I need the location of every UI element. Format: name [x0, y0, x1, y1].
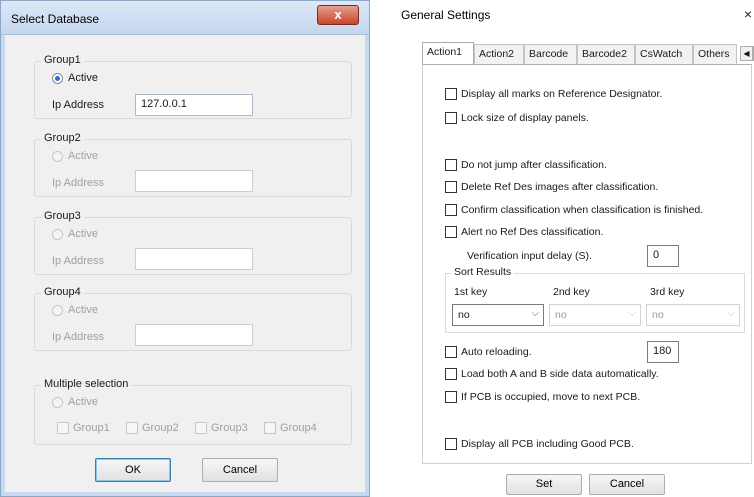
dialog-body: Group1 Active Ip Address 127.0.0.1 Group… — [9, 35, 361, 488]
group3-ip-input[interactable] — [135, 248, 253, 270]
lock-size-checkbox[interactable] — [445, 112, 457, 124]
close-icon: x — [334, 7, 342, 22]
chevron-down-icon: ⌵ — [531, 308, 539, 319]
close-button[interactable]: x — [317, 5, 359, 25]
second-key-select[interactable]: no ⌵ — [549, 304, 641, 326]
sort-results-title: Sort Results — [451, 266, 515, 278]
second-key-label: 2nd key — [553, 286, 590, 298]
group4-active-radio[interactable] — [52, 305, 63, 316]
set-button[interactable]: Set — [506, 474, 582, 495]
auto-reloading-input[interactable]: 180 — [647, 341, 679, 363]
close-icon[interactable]: × — [744, 6, 752, 22]
sort-results-box: Sort Results 1st key 2nd key 3rd key no … — [445, 266, 745, 333]
group3-active-radio[interactable] — [52, 229, 63, 240]
group4-title: Group4 — [41, 286, 84, 298]
group4-ip-input[interactable] — [135, 324, 253, 346]
display-all-pcb-label: Display all PCB including Good PCB. — [461, 438, 634, 450]
load-both-checkbox[interactable] — [445, 368, 457, 380]
lock-size-label: Lock size of display panels. — [461, 112, 589, 124]
group1-ip-label: Ip Address — [52, 99, 104, 111]
group2-ip-label: Ip Address — [52, 177, 104, 189]
confirm-classification-checkbox[interactable] — [445, 204, 457, 216]
action1-panel: Display all marks on Reference Designato… — [422, 64, 752, 464]
multiple-active-label: Active — [68, 396, 98, 408]
multi-group1-label: Group1 — [73, 422, 110, 434]
multiple-selection-box: Multiple selection Active Group1 Group2 … — [34, 378, 352, 445]
dialog-title: Select Database — [11, 12, 100, 26]
chevron-down-icon: ⌵ — [628, 308, 636, 319]
multi-group4-label: Group4 — [280, 422, 317, 434]
if-pcb-occupied-label: If PCB is occupied, move to next PCB. — [461, 391, 641, 403]
title-bar: Select Database x — [1, 1, 369, 35]
multiple-selection-title: Multiple selection — [41, 378, 132, 390]
group3-ip-label: Ip Address — [52, 255, 104, 267]
if-pcb-occupied-checkbox[interactable] — [445, 391, 457, 403]
group2-active-label: Active — [68, 150, 98, 162]
display-all-marks-label: Display all marks on Reference Designato… — [461, 88, 663, 100]
second-key-value: no — [555, 309, 567, 321]
group4-box: Group4 Active Ip Address — [34, 286, 352, 351]
group4-ip-label: Ip Address — [52, 331, 104, 343]
verification-delay-input[interactable]: 0 — [647, 245, 679, 267]
delete-ref-des-checkbox[interactable] — [445, 181, 457, 193]
group1-active-label: Active — [68, 72, 98, 84]
third-key-select[interactable]: no ⌵ — [646, 304, 740, 326]
group2-title: Group2 — [41, 132, 84, 144]
auto-reloading-label: Auto reloading. — [461, 346, 532, 358]
multiple-active-radio[interactable] — [52, 397, 63, 408]
tab-cswatch[interactable]: CsWatch — [635, 44, 693, 64]
first-key-label: 1st key — [454, 286, 488, 298]
group3-title: Group3 — [41, 210, 84, 222]
tab-others[interactable]: Others — [693, 44, 737, 64]
cancel-button[interactable]: Cancel — [202, 458, 278, 482]
multi-group2-checkbox[interactable] — [126, 422, 138, 434]
group3-box: Group3 Active Ip Address — [34, 210, 352, 275]
do-not-jump-checkbox[interactable] — [445, 159, 457, 171]
display-all-marks-checkbox[interactable] — [445, 88, 457, 100]
tab-action1[interactable]: Action1 — [422, 42, 474, 65]
group1-ip-input[interactable]: 127.0.0.1 — [135, 94, 253, 116]
auto-reloading-checkbox[interactable] — [445, 346, 457, 358]
display-all-pcb-checkbox[interactable] — [445, 438, 457, 450]
first-key-select[interactable]: no ⌵ — [452, 304, 544, 326]
group1-active-radio[interactable] — [52, 73, 63, 84]
alert-no-ref-des-checkbox[interactable] — [445, 226, 457, 238]
load-both-label: Load both A and B side data automaticall… — [461, 368, 659, 380]
confirm-classification-label: Confirm classification when classificati… — [461, 204, 704, 216]
alert-no-ref-des-label: Alert no Ref Des classification. — [461, 226, 604, 238]
do-not-jump-label: Do not jump after classification. — [461, 159, 607, 171]
group2-box: Group2 Active Ip Address — [34, 132, 352, 197]
general-settings-dialog: General Settings × Action1 Action2 Barco… — [398, 0, 754, 497]
third-key-value: no — [652, 309, 664, 321]
third-key-label: 3rd key — [650, 286, 685, 298]
group2-active-radio[interactable] — [52, 151, 63, 162]
ok-button[interactable]: OK — [95, 458, 171, 482]
dialog-title: General Settings — [401, 8, 491, 22]
multi-group3-label: Group3 — [211, 422, 248, 434]
group1-box: Group1 Active Ip Address 127.0.0.1 — [34, 54, 352, 119]
group1-title: Group1 — [41, 54, 84, 66]
cancel-button[interactable]: Cancel — [589, 474, 665, 495]
tab-action2[interactable]: Action2 — [474, 44, 524, 64]
multi-group4-checkbox[interactable] — [264, 422, 276, 434]
group4-active-label: Active — [68, 304, 98, 316]
tab-scroll-left-icon[interactable]: ◀ — [740, 46, 753, 61]
tab-barcode[interactable]: Barcode — [524, 44, 577, 64]
tab-barcode2[interactable]: Barcode2 — [577, 44, 635, 64]
chevron-down-icon: ⌵ — [727, 308, 735, 319]
delete-ref-des-label: Delete Ref Des images after classificati… — [461, 181, 659, 193]
group3-active-label: Active — [68, 228, 98, 240]
multi-group1-checkbox[interactable] — [57, 422, 69, 434]
multi-group3-checkbox[interactable] — [195, 422, 207, 434]
group2-ip-input[interactable] — [135, 170, 253, 192]
select-database-dialog: Select Database x Group1 Active Ip Addre… — [0, 0, 370, 497]
multi-group2-label: Group2 — [142, 422, 179, 434]
verification-delay-label: Verification input delay (S). — [467, 250, 592, 262]
first-key-value: no — [458, 309, 470, 321]
